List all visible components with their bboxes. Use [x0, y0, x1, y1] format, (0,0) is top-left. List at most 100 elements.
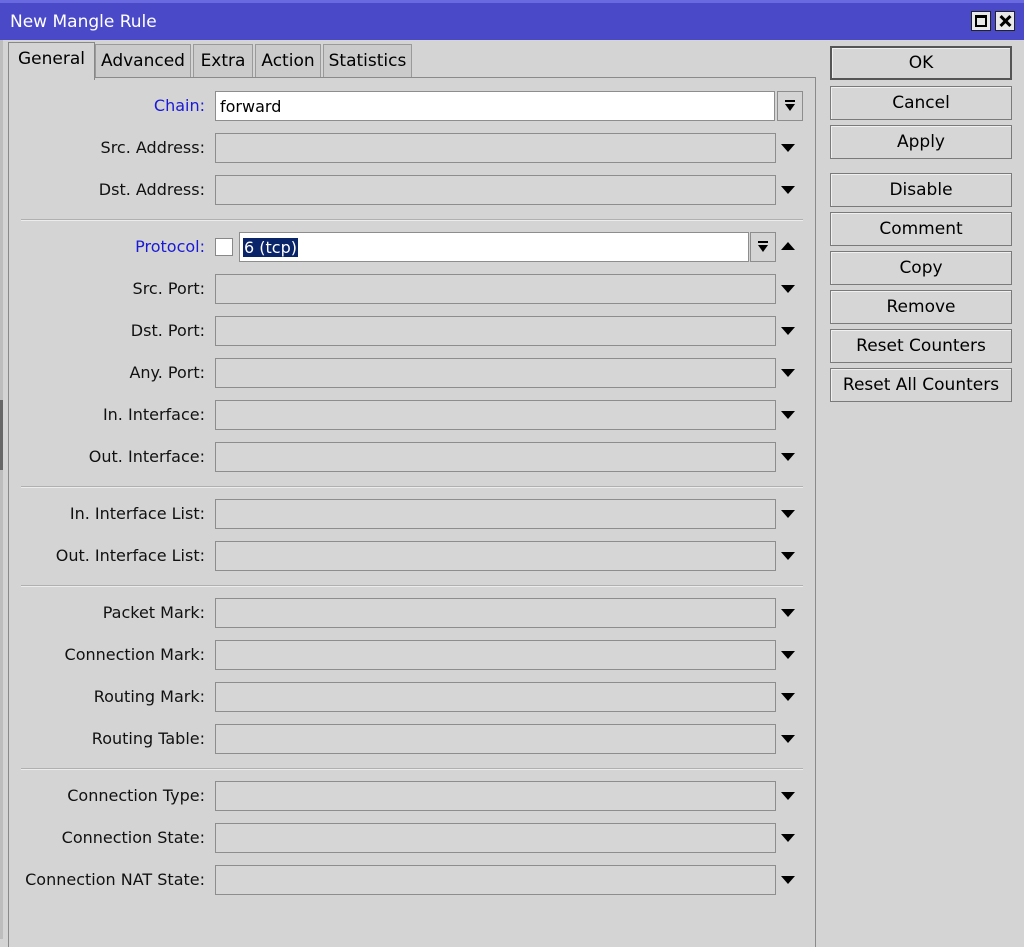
general-panel: Chain: forward Src. Address: Dst. Addres…: [8, 77, 816, 947]
in-interface-row: In. Interface:: [9, 400, 809, 430]
copy-button[interactable]: Copy: [830, 251, 1012, 285]
src-address-input[interactable]: [215, 133, 776, 163]
remove-button[interactable]: Remove: [830, 290, 1012, 324]
dst-port-input[interactable]: [215, 316, 776, 346]
packet-mark-input[interactable]: [215, 598, 776, 628]
separator: [21, 219, 803, 221]
dst-port-dropdown-icon[interactable]: [781, 327, 795, 335]
out-interface-label: Out. Interface:: [88, 447, 205, 466]
apply-button[interactable]: Apply: [830, 125, 1012, 159]
chain-label: Chain:: [153, 96, 205, 115]
chain-value: forward: [220, 97, 282, 116]
connection-mark-label: Connection Mark:: [64, 645, 205, 664]
routing-table-input[interactable]: [215, 724, 776, 754]
connection-mark-input[interactable]: [215, 640, 776, 670]
out-interface-dropdown-icon[interactable]: [781, 453, 795, 461]
chain-input[interactable]: forward: [215, 91, 775, 121]
close-icon[interactable]: [995, 11, 1015, 31]
src-address-label: Src. Address:: [100, 138, 205, 157]
any-port-input[interactable]: [215, 358, 776, 388]
out-interface-list-dropdown-icon[interactable]: [781, 552, 795, 560]
in-interface-list-row: In. Interface List:: [9, 499, 809, 529]
protocol-input[interactable]: 6 (tcp): [239, 232, 749, 262]
tab-statistics[interactable]: Statistics: [323, 44, 412, 78]
separator: [21, 585, 803, 587]
separator: [21, 768, 803, 770]
routing-mark-label: Routing Mark:: [93, 687, 205, 706]
in-interface-dropdown-icon[interactable]: [781, 411, 795, 419]
chain-combo-icon[interactable]: [777, 91, 803, 121]
dst-port-row: Dst. Port:: [9, 316, 809, 346]
dst-address-input[interactable]: [215, 175, 776, 205]
routing-mark-dropdown-icon[interactable]: [781, 693, 795, 701]
protocol-value: 6 (tcp): [243, 238, 298, 257]
cancel-button[interactable]: Cancel: [830, 86, 1012, 120]
routing-table-row: Routing Table:: [9, 724, 809, 754]
routing-table-dropdown-icon[interactable]: [781, 735, 795, 743]
src-port-input[interactable]: [215, 274, 776, 304]
out-interface-list-input[interactable]: [215, 541, 776, 571]
packet-mark-label: Packet Mark:: [102, 603, 205, 622]
any-port-dropdown-icon[interactable]: [781, 369, 795, 377]
connection-nat-state-input[interactable]: [215, 865, 776, 895]
in-interface-list-label: In. Interface List:: [69, 504, 205, 523]
in-interface-label: In. Interface:: [102, 405, 205, 424]
connection-type-dropdown-icon[interactable]: [781, 792, 795, 800]
any-port-label: Any. Port:: [129, 363, 205, 382]
window-edge: [0, 40, 3, 939]
protocol-row: Protocol: 6 (tcp): [9, 232, 809, 262]
connection-nat-state-label: Connection NAT State:: [25, 870, 205, 889]
connection-state-input[interactable]: [215, 823, 776, 853]
dst-port-label: Dst. Port:: [130, 321, 205, 340]
connection-mark-row: Connection Mark:: [9, 640, 809, 670]
packet-mark-row: Packet Mark:: [9, 598, 809, 628]
connection-state-row: Connection State:: [9, 823, 809, 853]
routing-table-label: Routing Table:: [91, 729, 205, 748]
src-address-dropdown-icon[interactable]: [781, 144, 795, 152]
routing-mark-row: Routing Mark:: [9, 682, 809, 712]
packet-mark-dropdown-icon[interactable]: [781, 609, 795, 617]
protocol-combo-icon[interactable]: [750, 232, 776, 262]
comment-button[interactable]: Comment: [830, 212, 1012, 246]
connection-nat-state-dropdown-icon[interactable]: [781, 876, 795, 884]
tab-extra[interactable]: Extra: [193, 44, 253, 78]
maximize-icon[interactable]: [971, 11, 991, 31]
separator: [21, 486, 803, 488]
dst-address-row: Dst. Address:: [9, 175, 809, 205]
any-port-row: Any. Port:: [9, 358, 809, 388]
out-interface-list-label: Out. Interface List:: [55, 546, 205, 565]
chain-row: Chain: forward: [9, 91, 809, 121]
window-title: New Mangle Rule: [10, 12, 157, 32]
title-bar[interactable]: New Mangle Rule: [0, 0, 1024, 40]
connection-type-row: Connection Type:: [9, 781, 809, 811]
tab-advanced[interactable]: Advanced: [95, 44, 191, 78]
in-interface-input[interactable]: [215, 400, 776, 430]
src-address-row: Src. Address:: [9, 133, 809, 163]
out-interface-list-row: Out. Interface List:: [9, 541, 809, 571]
connection-mark-dropdown-icon[interactable]: [781, 651, 795, 659]
in-interface-list-input[interactable]: [215, 499, 776, 529]
in-interface-list-dropdown-icon[interactable]: [781, 510, 795, 518]
connection-state-dropdown-icon[interactable]: [781, 834, 795, 842]
ok-button[interactable]: OK: [830, 46, 1012, 80]
disable-button[interactable]: Disable: [830, 173, 1012, 207]
protocol-label: Protocol:: [135, 237, 205, 256]
connection-state-label: Connection State:: [61, 828, 205, 847]
protocol-collapse-icon[interactable]: [781, 242, 795, 250]
protocol-negate-checkbox[interactable]: [215, 238, 233, 256]
src-port-dropdown-icon[interactable]: [781, 285, 795, 293]
tab-action[interactable]: Action: [255, 44, 321, 78]
routing-mark-input[interactable]: [215, 682, 776, 712]
tab-general[interactable]: General: [8, 42, 95, 80]
dst-address-dropdown-icon[interactable]: [781, 186, 795, 194]
out-interface-input[interactable]: [215, 442, 776, 472]
src-port-label: Src. Port:: [132, 279, 205, 298]
dst-address-label: Dst. Address:: [98, 180, 205, 199]
out-interface-row: Out. Interface:: [9, 442, 809, 472]
connection-nat-state-row: Connection NAT State:: [9, 865, 809, 895]
src-port-row: Src. Port:: [9, 274, 809, 304]
connection-type-label: Connection Type:: [67, 786, 205, 805]
reset-counters-button[interactable]: Reset Counters: [830, 329, 1012, 363]
reset-all-counters-button[interactable]: Reset All Counters: [830, 368, 1012, 402]
connection-type-input[interactable]: [215, 781, 776, 811]
